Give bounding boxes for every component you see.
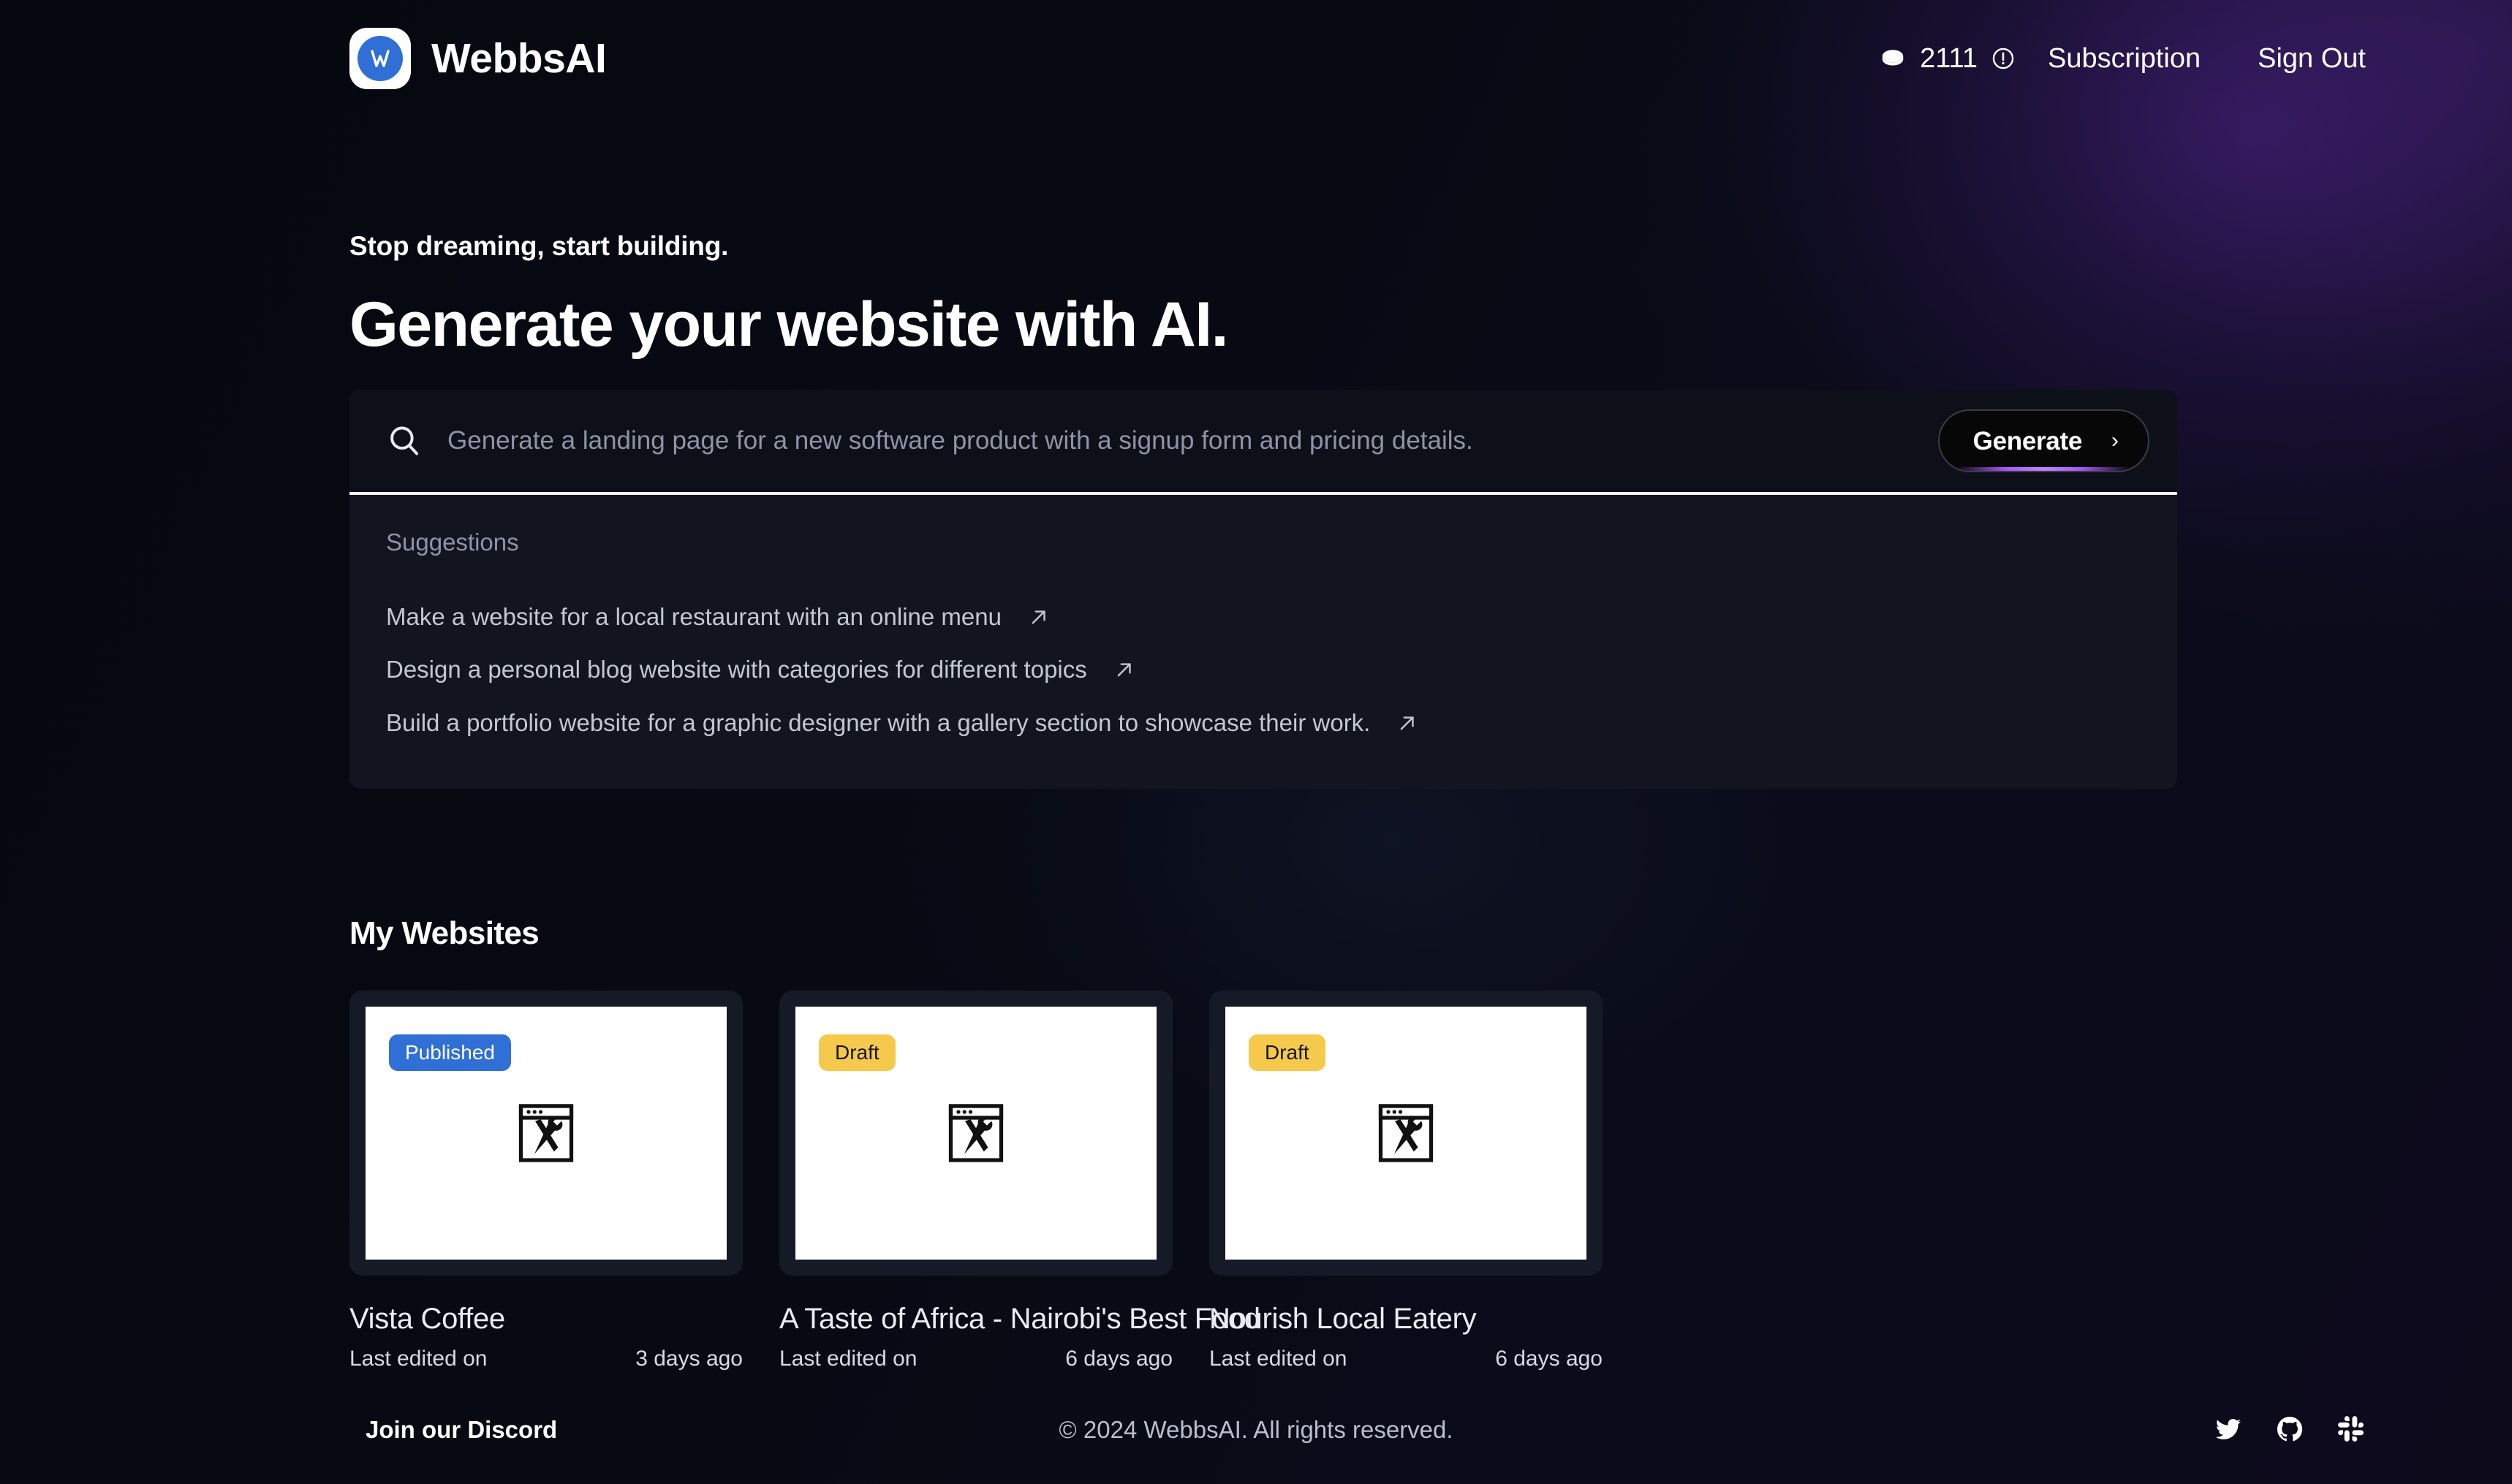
- search-icon: [390, 426, 419, 455]
- website-card-meta: Last edited on 3 days ago: [349, 1346, 743, 1372]
- website-card-frame: Draft: [1209, 991, 1603, 1276]
- brand-name: WebbsAI: [431, 34, 607, 82]
- generate-button-label: Generate: [1972, 426, 2083, 455]
- suggestion-label: Make a website for a local restaurant wi…: [386, 603, 1002, 630]
- website-card-meta: Last edited on 6 days ago: [779, 1346, 1173, 1372]
- prompt-panel: Generate › Suggestions Make a website fo…: [349, 390, 2177, 789]
- nav-subscription[interactable]: Subscription: [2048, 45, 2201, 72]
- website-card[interactable]: Published Vista Coffee Last edited on 3 …: [349, 991, 743, 1372]
- logo-disc: [357, 36, 403, 81]
- generate-button[interactable]: Generate ›: [1937, 409, 2149, 472]
- page-root: WebbsAI 2111 Subscription Sign Out Stop …: [0, 0, 2512, 1484]
- brand-logo[interactable]: WebbsAI: [349, 28, 607, 89]
- suggestion-item[interactable]: Make a website for a local restaurant wi…: [386, 591, 2141, 643]
- last-edited-value: 6 days ago: [1065, 1347, 1173, 1371]
- arrow-up-right-icon: [1117, 663, 1131, 677]
- my-websites-title: My Websites: [349, 915, 540, 951]
- last-edited-label: Last edited on: [779, 1347, 918, 1371]
- suggestions-title: Suggestions: [386, 529, 519, 556]
- website-thumbnail: Draft: [1225, 1007, 1586, 1260]
- status-badge: Published: [389, 1034, 511, 1072]
- website-card-list: Published Vista Coffee Last edited on 3 …: [349, 991, 1603, 1372]
- website-card-frame: Published: [349, 991, 743, 1276]
- header-actions: 2111 Subscription Sign Out: [1879, 45, 2366, 72]
- website-thumbnail: Draft: [795, 1007, 1157, 1260]
- site-header: WebbsAI 2111 Subscription Sign Out: [0, 0, 2512, 117]
- social-links: [2214, 1415, 2366, 1444]
- prompt-input[interactable]: [447, 426, 1938, 455]
- github-icon[interactable]: [2275, 1415, 2304, 1444]
- last-edited-label: Last edited on: [1209, 1347, 1347, 1371]
- discord-link[interactable]: Join our Discord: [366, 1417, 557, 1442]
- website-card-title: A Taste of Africa - Nairobi's Best Food: [779, 1303, 1260, 1335]
- coin-icon: [1882, 50, 1904, 66]
- hero-section: Stop dreaming, start building. Generate …: [349, 232, 2177, 357]
- suggestion-label: Build a portfolio website for a graphic …: [386, 708, 1371, 736]
- prompt-input-row: Generate ›: [349, 390, 2177, 495]
- website-card-frame: Draft: [779, 991, 1173, 1276]
- page-title: Generate your website with AI.: [349, 289, 1228, 360]
- website-thumbnail: Published: [366, 1007, 727, 1260]
- credits-indicator[interactable]: 2111: [1879, 45, 2016, 72]
- arrow-up-right-icon: [1032, 610, 1045, 624]
- broken-image-icon: [1378, 1104, 1434, 1162]
- logo-w-mark-icon: [371, 50, 390, 67]
- suggestion-item[interactable]: Design a personal blog website with cate…: [386, 643, 2141, 696]
- broken-image-icon: [518, 1104, 574, 1162]
- chevron-right-icon: ›: [2111, 428, 2119, 453]
- last-edited-value: 6 days ago: [1495, 1347, 1603, 1371]
- arrow-up-right-icon: [1401, 716, 1415, 730]
- website-card-title: Nourish Local Eatery: [1209, 1303, 1477, 1335]
- info-circle-icon[interactable]: [1991, 46, 2016, 71]
- suggestion-item[interactable]: Build a portfolio website for a graphic …: [386, 697, 2141, 749]
- last-edited-label: Last edited on: [349, 1347, 488, 1371]
- last-edited-value: 3 days ago: [635, 1347, 743, 1371]
- site-footer: Join our Discord © 2024 WebbsAI. All rig…: [0, 1374, 2512, 1484]
- credits-count: 2111: [1920, 43, 1978, 74]
- suggestion-label: Design a personal blog website with cate…: [386, 656, 1087, 684]
- website-card-meta: Last edited on 6 days ago: [1209, 1346, 1603, 1372]
- broken-image-icon: [948, 1104, 1004, 1162]
- twitter-icon[interactable]: [2214, 1415, 2243, 1444]
- suggestions-panel: Suggestions Make a website for a local r…: [349, 495, 2177, 789]
- slack-icon[interactable]: [2337, 1415, 2366, 1444]
- website-card[interactable]: Draft Nourish Local Eatery Last edited o…: [1209, 991, 1603, 1372]
- website-card[interactable]: Draft A Taste of Africa - Nairobi's Best…: [779, 991, 1260, 1372]
- status-badge: Draft: [819, 1034, 896, 1072]
- website-card-title: Vista Coffee: [349, 1303, 505, 1335]
- hero-eyebrow: Stop dreaming, start building.: [349, 231, 729, 261]
- webbsai-logo-icon: [349, 28, 411, 89]
- nav-sign-out[interactable]: Sign Out: [2258, 45, 2366, 72]
- status-badge: Draft: [1249, 1034, 1325, 1072]
